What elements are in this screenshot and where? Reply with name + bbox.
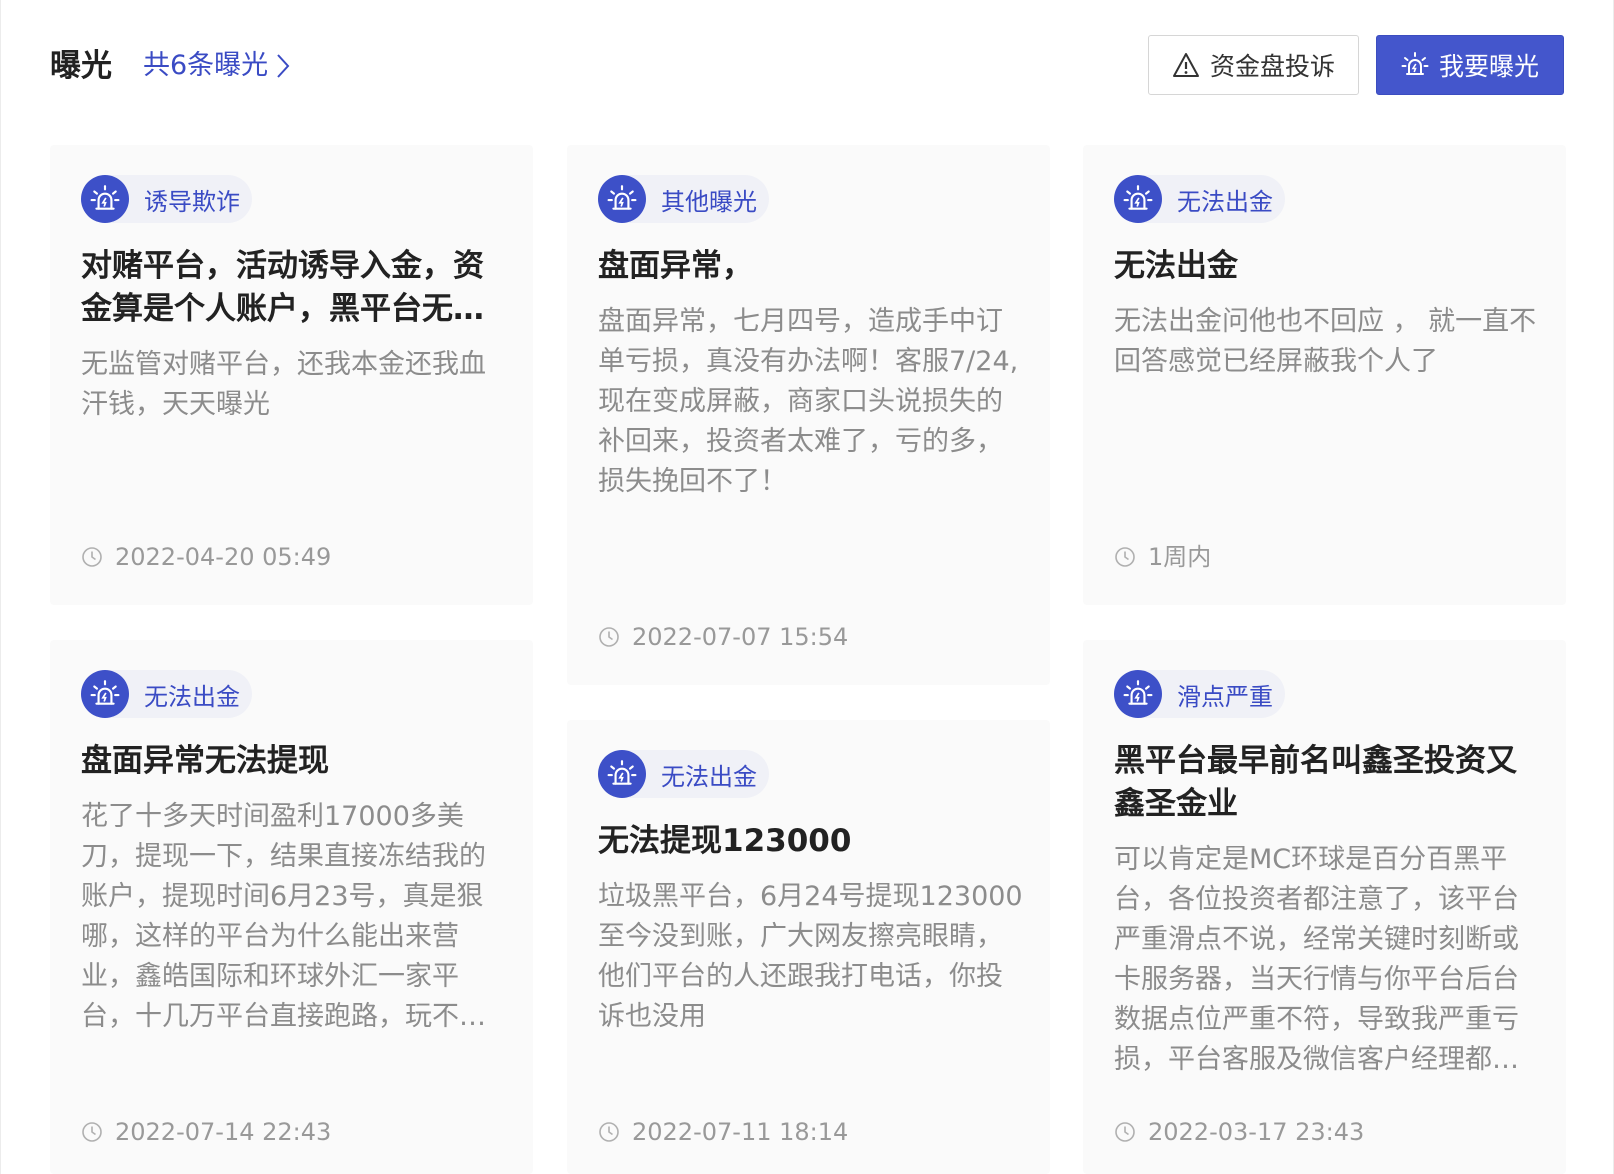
exposure-card[interactable]: 无法出金 无法出金 无法出金问他也不回应 ， 就一直不回答感觉已经屏蔽我个人了 … <box>1083 145 1566 605</box>
alarm-siren-icon <box>1114 670 1162 718</box>
clock-icon <box>81 1121 103 1143</box>
card-timestamp: 2022-07-07 15:54 <box>598 620 848 654</box>
category-tag: 无法出金 <box>81 670 252 718</box>
card-timestamp: 2022-07-14 22:43 <box>81 1115 331 1149</box>
clock-icon <box>81 546 103 568</box>
alarm-siren-icon <box>1114 175 1162 223</box>
category-tag-label: 无法出金 <box>661 762 757 791</box>
card-body: 可以肯定是MC环球是百分百黑平台，各位投资者都注意了，该平台严重滑点不说，经常关… <box>1114 844 1519 1075</box>
timestamp-text: 2022-04-20 05:49 <box>115 543 332 571</box>
category-tag-label: 滑点严重 <box>1177 682 1273 711</box>
exposure-card[interactable]: 滑点严重 黑平台最早前名叫鑫圣投资又鑫圣金业 可以肯定是MC环球是百分百黑平台，… <box>1083 640 1566 1174</box>
expose-button-label: 我要曝光 <box>1438 52 1539 81</box>
clock-icon <box>1114 1121 1136 1143</box>
timestamp-text: 2022-07-11 18:14 <box>632 1118 849 1146</box>
card-body: 无监管对赌平台，还我本金还我血汗钱，天天曝光 <box>81 349 486 420</box>
card-body: 花了十多天时间盈利17000多美刀，提现一下，结果直接冻结我的账户，提现时间6月… <box>81 801 486 1032</box>
exposure-card[interactable]: 无法出金 盘面异常无法提现 花了十多天时间盈利17000多美刀，提现一下，结果直… <box>50 640 533 1174</box>
exposure-card[interactable]: 诱导欺诈 对赌平台，活动诱导入金，资金算是个人账户，黑平台无法出金 无监管对赌平… <box>50 145 533 605</box>
timestamp-text: 2022-07-14 22:43 <box>115 1118 332 1146</box>
category-tag-label: 诱导欺诈 <box>144 187 240 216</box>
complaint-button-label: 资金盘投诉 <box>1209 52 1335 81</box>
category-tag-label: 无法出金 <box>1177 187 1273 216</box>
category-tag-label: 无法出金 <box>144 682 240 711</box>
complaint-button[interactable]: 资金盘投诉 <box>1148 35 1359 95</box>
category-tag: 无法出金 <box>1114 175 1285 223</box>
alarm-siren-icon <box>598 175 646 223</box>
category-tag: 其他曝光 <box>598 175 769 223</box>
category-tag: 滑点严重 <box>1114 670 1285 718</box>
exposure-count-link[interactable]: 共6条曝光 <box>143 46 290 86</box>
card-title: 对赌平台，活动诱导入金，资金算是个人账户，黑平台无法出金 <box>81 248 484 327</box>
clock-icon <box>1114 546 1136 568</box>
section-title: 曝光 <box>50 48 112 84</box>
clock-icon <box>598 1121 620 1143</box>
clock-icon <box>598 626 620 648</box>
timestamp-text: 2022-03-17 23:43 <box>1148 1118 1365 1146</box>
card-title: 盘面异常， <box>598 248 753 284</box>
card-timestamp: 2022-04-20 05:49 <box>81 540 331 574</box>
category-tag: 诱导欺诈 <box>81 175 252 223</box>
card-timestamp: 2022-07-11 18:14 <box>598 1115 848 1149</box>
expose-button[interactable]: 我要曝光 <box>1376 35 1564 95</box>
category-tag-label: 其他曝光 <box>661 187 757 216</box>
card-title: 黑平台最早前名叫鑫圣投资又鑫圣金业 <box>1114 743 1517 822</box>
card-body: 盘面异常，七月四号，造成手中订单亏损，真没有办法啊！客服7/24,现在变成屏蔽，… <box>598 306 1019 497</box>
card-timestamp: 1周内 <box>1114 540 1211 574</box>
card-body: 垃圾黑平台，6月24号提现123000至今没到账，广大网友擦亮眼睛，他们平台的人… <box>598 881 1023 1032</box>
card-timestamp: 2022-03-17 23:43 <box>1114 1115 1364 1149</box>
exposure-section: 曝光 共6条曝光 资金盘投诉 我要曝光 诱导欺诈 对赌平台，活动诱导入金，资金算… <box>0 0 1614 1174</box>
alarm-siren-icon <box>1401 51 1429 79</box>
category-tag: 无法出金 <box>598 750 769 798</box>
alarm-siren-icon <box>81 670 129 718</box>
alarm-siren-icon <box>81 175 129 223</box>
timestamp-text: 2022-07-07 15:54 <box>632 623 849 651</box>
alarm-siren-icon <box>598 750 646 798</box>
card-title: 无法出金 <box>1114 248 1238 284</box>
timestamp-text: 1周内 <box>1148 543 1212 571</box>
exposure-card[interactable]: 其他曝光 盘面异常， 盘面异常，七月四号，造成手中订单亏损，真没有办法啊！客服7… <box>567 145 1050 685</box>
exposure-card[interactable]: 无法出金 无法提现123000 垃圾黑平台，6月24号提现123000至今没到账… <box>567 720 1050 1174</box>
warning-triangle-icon <box>1172 52 1200 78</box>
exposure-count-label: 共6条曝光 <box>143 50 269 81</box>
chevron-right-icon <box>276 53 290 79</box>
card-body: 无法出金问他也不回应 ， 就一直不回答感觉已经屏蔽我个人了 <box>1114 306 1537 377</box>
card-title: 盘面异常无法提现 <box>81 743 329 779</box>
card-title: 无法提现123000 <box>598 823 852 859</box>
